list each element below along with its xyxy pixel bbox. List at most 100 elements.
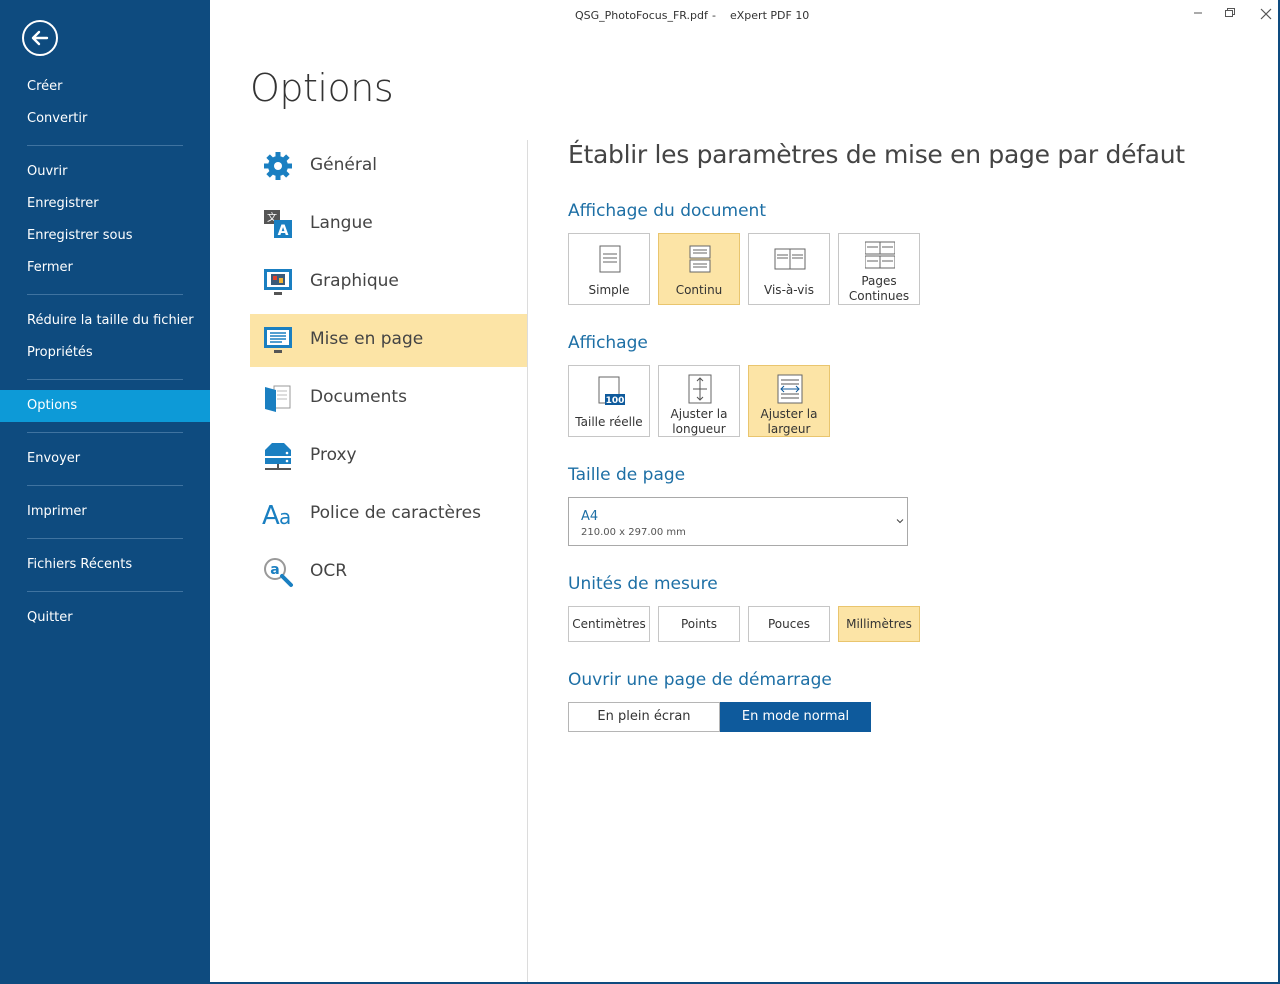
category-proxy[interactable]: Proxy (250, 430, 527, 483)
category-divider (527, 140, 528, 984)
tile-label: Continu (675, 283, 723, 297)
unit-points-button[interactable]: Points (658, 606, 740, 642)
category-general[interactable]: Général (250, 140, 527, 193)
sidebar-divider (27, 145, 183, 146)
fit-width-icon (777, 374, 803, 404)
actual-size-icon: 100 (598, 376, 625, 406)
svg-text:a: a (270, 562, 279, 578)
tile-label: Vis-à-vis (764, 283, 814, 297)
sidebar-item-quitter[interactable]: Quitter (0, 602, 210, 634)
unit-centimetres-button[interactable]: Centimètres (568, 606, 650, 642)
proxy-server-icon (265, 443, 291, 470)
section-title-start-page: Ouvrir une page de démarrage (568, 670, 832, 690)
category-ocr[interactable]: a OCR (250, 546, 527, 599)
sidebar-item-imprimer[interactable]: Imprimer (0, 496, 210, 528)
category-label: OCR (310, 561, 348, 581)
documents-icon (265, 385, 291, 412)
sidebar-item-fichiers-recents[interactable]: Fichiers Récents (0, 549, 210, 581)
tile-label: Taille réelle (575, 415, 643, 429)
sidebar-item-convertir[interactable]: Convertir (0, 103, 210, 135)
page-size-dimensions: 210.00 x 297.00 mm (581, 527, 686, 538)
page-size-value: A4 (581, 509, 599, 524)
back-arrow-icon (31, 30, 49, 46)
monitor-graphic-icon (264, 269, 292, 295)
font-icon: A a (262, 501, 291, 530)
close-icon (1260, 8, 1272, 20)
options-backstage: Créer Convertir Ouvrir Enregistrer Enreg… (0, 0, 1280, 984)
gear-icon (264, 152, 292, 180)
facing-pages-icon (774, 248, 806, 270)
continuous-page-icon (689, 245, 711, 273)
tile-label-line1: Pages (861, 274, 897, 288)
view-simple-button[interactable]: Simple (568, 233, 650, 305)
category-label: Mise en page (310, 329, 424, 349)
ocr-magnifier-icon: a (264, 558, 293, 587)
fit-height-icon (688, 374, 712, 404)
minimize-button[interactable] (1190, 6, 1206, 20)
sidebar-item-enregistrer[interactable]: Enregistrer (0, 188, 210, 220)
view-pages-continues-button[interactable]: Pages Continues (838, 233, 920, 305)
tile-label: Simple (588, 283, 630, 297)
sidebar-divider (27, 538, 183, 539)
sidebar-item-reduire-taille[interactable]: Réduire la taille du fichier (0, 305, 210, 337)
category-mise-en-page[interactable]: Mise en page (250, 314, 527, 367)
tile-label-line1: Ajuster la (670, 407, 728, 421)
view-continu-button[interactable]: Continu (658, 233, 740, 305)
start-normal-mode-button[interactable]: En mode normal (720, 702, 871, 732)
unit-millimetres-button[interactable]: Millimètres (838, 606, 920, 642)
category-label: Graphique (310, 271, 399, 291)
chevron-down-icon (896, 519, 904, 524)
sidebar-divider (27, 379, 183, 380)
sidebar-item-fermer[interactable]: Fermer (0, 252, 210, 284)
sidebar-item-creer[interactable]: Créer (0, 71, 210, 103)
language-icon: 文 A (264, 210, 292, 239)
category-label: Proxy (310, 445, 357, 465)
view-vis-a-vis-button[interactable]: Vis-à-vis (748, 233, 830, 305)
sidebar-item-envoyer[interactable]: Envoyer (0, 443, 210, 475)
display-ajuster-longueur-button[interactable]: Ajuster la longueur (658, 365, 740, 437)
actual-size-badge: 100 (606, 396, 625, 406)
unit-pouces-button[interactable]: Pouces (748, 606, 830, 642)
tile-label-line2: longueur (672, 422, 726, 436)
tile-label-line2: largeur (767, 422, 811, 436)
restore-button[interactable] (1221, 6, 1237, 20)
settings-heading: Établir les paramètres de mise en page p… (568, 140, 1185, 169)
page-size-select[interactable]: A4 210.00 x 297.00 mm (568, 497, 908, 546)
category-police[interactable]: A a Police de caractères (250, 488, 527, 541)
app-name: eXpert PDF 10 (730, 9, 810, 22)
document-name: QSG_PhotoFocus_FR.pdf (575, 9, 708, 22)
tile-label-line1: Ajuster la (760, 407, 818, 421)
sidebar-item-enregistrer-sous[interactable]: Enregistrer sous (0, 220, 210, 252)
sidebar-item-proprietes[interactable]: Propriétés (0, 337, 210, 369)
single-page-icon (599, 245, 621, 273)
section-title-display: Affichage (568, 333, 648, 353)
title-separator: - (712, 9, 716, 22)
category-langue[interactable]: 文 A Langue (250, 198, 527, 251)
back-button[interactable] (22, 20, 58, 56)
backstage-sidebar: Créer Convertir Ouvrir Enregistrer Enreg… (0, 0, 210, 984)
sidebar-item-ouvrir[interactable]: Ouvrir (0, 156, 210, 188)
display-ajuster-largeur-button[interactable]: Ajuster la largeur (748, 365, 830, 437)
category-label: Général (310, 155, 377, 175)
sidebar-divider (27, 294, 183, 295)
close-button[interactable] (1252, 0, 1280, 30)
page-title: Options (250, 66, 394, 110)
display-taille-reelle-button[interactable]: 100 Taille réelle (568, 365, 650, 437)
restore-icon (1225, 8, 1235, 17)
sidebar-divider (27, 591, 183, 592)
svg-text:A: A (262, 501, 280, 530)
sidebar-item-options[interactable]: Options (0, 390, 210, 422)
category-graphique[interactable]: Graphique (250, 256, 527, 309)
sidebar-divider (27, 485, 183, 486)
category-label: Documents (310, 387, 407, 407)
continuous-facing-icon (865, 241, 895, 269)
title-bar: QSG_PhotoFocus_FR.pdf - eXpert PDF 10 (210, 0, 1280, 30)
section-title-doc-view: Affichage du document (568, 201, 766, 221)
section-title-page-size: Taille de page (568, 465, 686, 485)
tile-label-line2: Continues (848, 289, 910, 303)
svg-text:A: A (278, 223, 289, 239)
category-label: Langue (310, 213, 373, 233)
start-fullscreen-button[interactable]: En plein écran (568, 702, 720, 732)
section-title-units: Unités de mesure (568, 574, 718, 594)
category-documents[interactable]: Documents (250, 372, 527, 425)
